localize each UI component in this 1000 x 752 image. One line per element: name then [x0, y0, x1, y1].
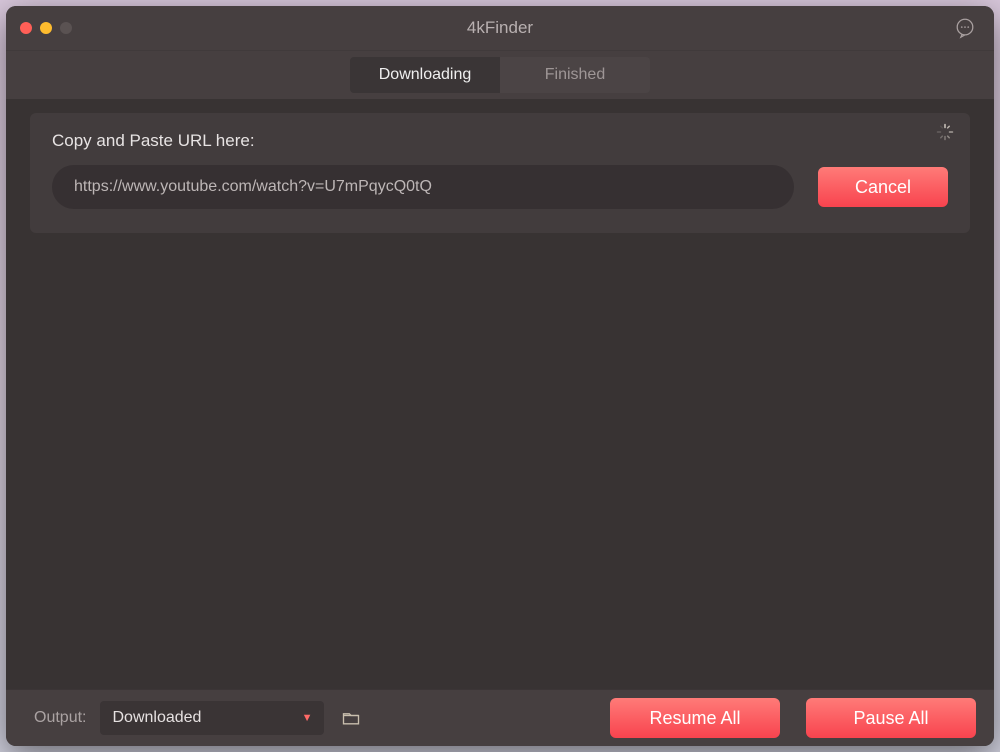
caret-down-icon: ▼	[302, 712, 313, 724]
tab-finished[interactable]: Finished	[500, 57, 650, 93]
resume-all-button[interactable]: Resume All	[610, 698, 780, 738]
titlebar: 4kFinder	[6, 6, 994, 50]
cancel-button[interactable]: Cancel	[818, 167, 948, 207]
url-panel-label: Copy and Paste URL here:	[52, 131, 948, 151]
output-label: Output:	[34, 709, 86, 727]
traffic-lights	[20, 22, 72, 34]
content-area: Copy and Paste URL here: Cancel	[6, 99, 994, 689]
url-input[interactable]	[52, 165, 794, 209]
footer-bar: Output: Downloaded ▼ Resume All Pause Al…	[6, 689, 994, 746]
url-panel-row: Cancel	[52, 165, 948, 209]
tab-bar: Downloading Finished	[6, 50, 994, 99]
window-title: 4kFinder	[6, 18, 994, 38]
tab-group: Downloading Finished	[350, 57, 650, 93]
close-icon[interactable]	[20, 22, 32, 34]
url-panel: Copy and Paste URL here: Cancel	[30, 113, 970, 233]
loading-spinner-icon	[936, 123, 954, 141]
zoom-icon[interactable]	[60, 22, 72, 34]
feedback-icon[interactable]	[954, 17, 976, 39]
open-folder-icon[interactable]	[338, 706, 364, 730]
app-window: 4kFinder Downloading Finished	[6, 6, 994, 746]
tab-downloading[interactable]: Downloading	[350, 57, 500, 93]
minimize-icon[interactable]	[40, 22, 52, 34]
output-folder-value: Downloaded	[112, 709, 201, 727]
pause-all-button[interactable]: Pause All	[806, 698, 976, 738]
output-folder-select[interactable]: Downloaded ▼	[100, 701, 324, 735]
